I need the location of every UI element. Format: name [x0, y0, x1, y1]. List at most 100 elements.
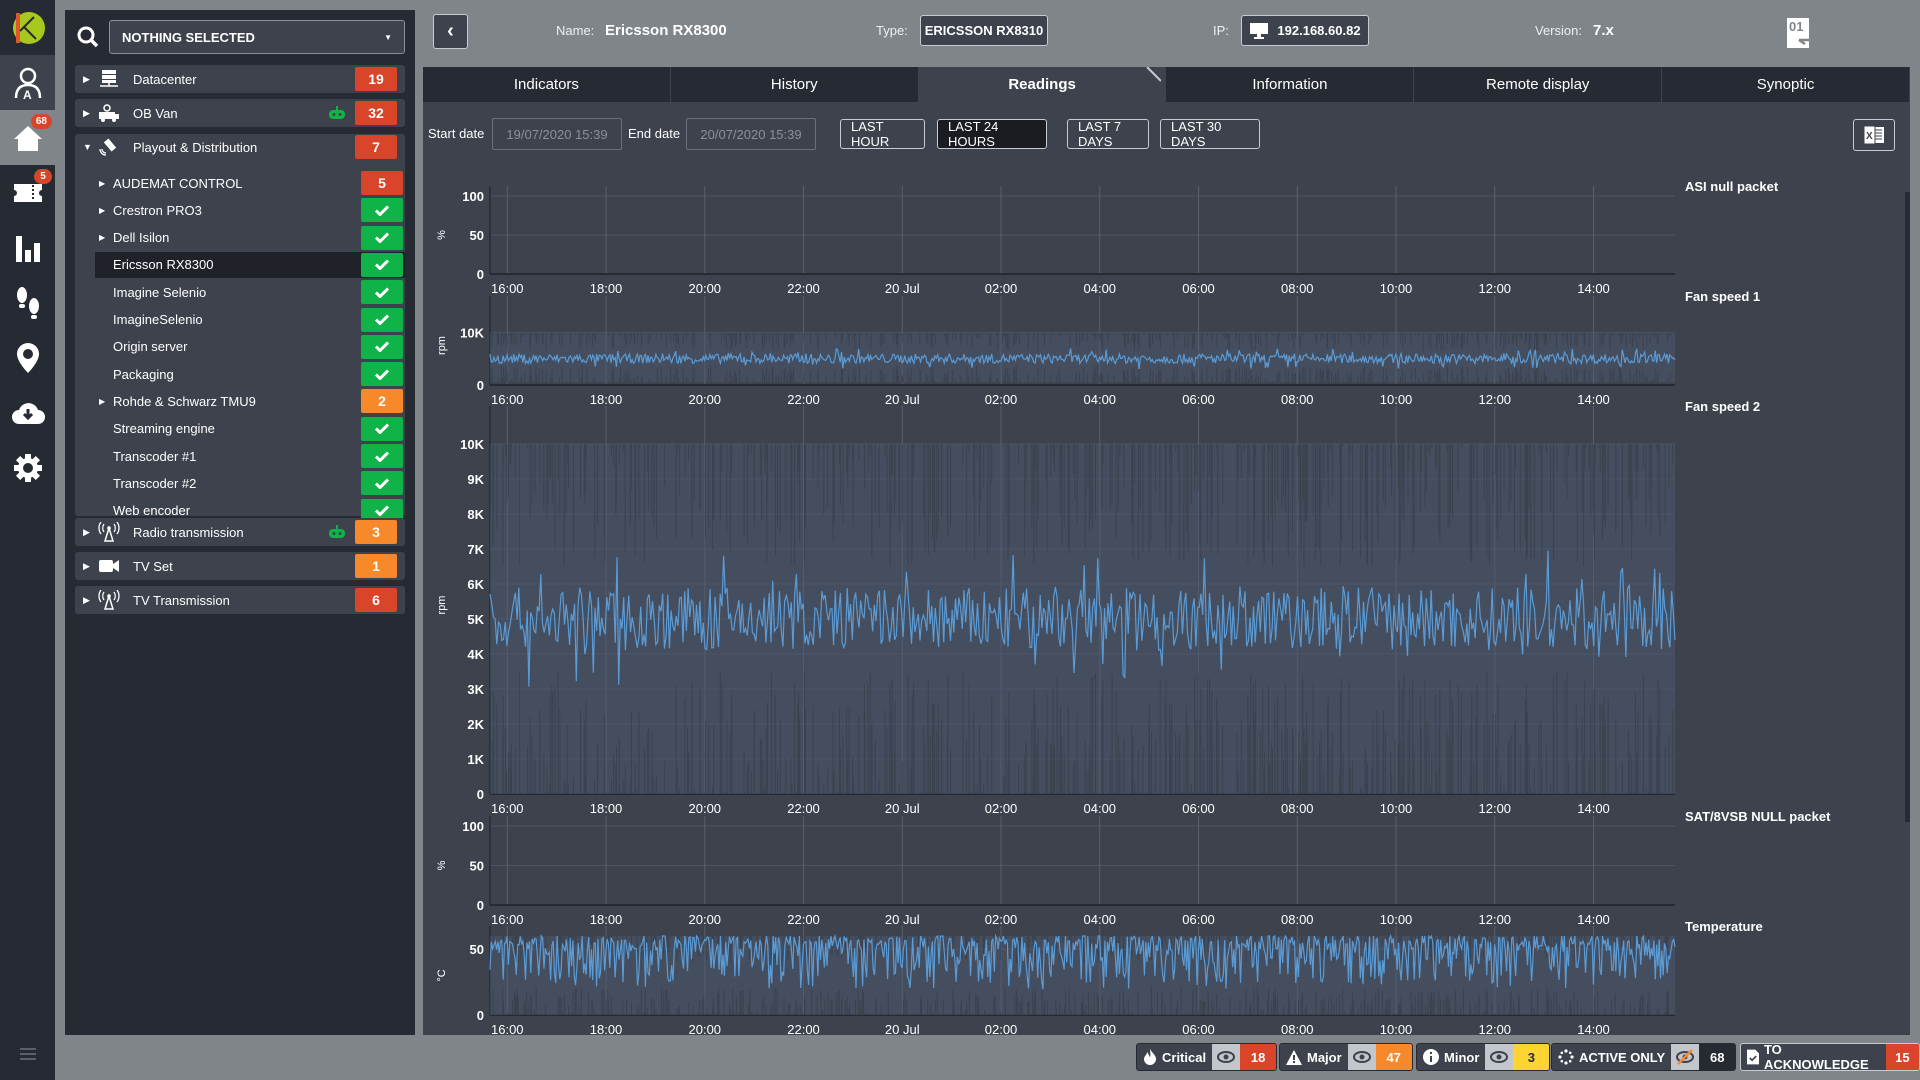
tree-group-playout-distribution[interactable]: ▼ Playout & Distribution 7: [75, 133, 405, 161]
tree-group-tv-transmission[interactable]: ▶ TV Transmission 6: [75, 586, 405, 614]
tab-synoptic[interactable]: Synoptic: [1662, 67, 1910, 102]
active-only-toggle[interactable]: [1671, 1044, 1700, 1070]
minor-count: 3: [1513, 1044, 1550, 1070]
tree-item-imagine-selenio[interactable]: Imagine Selenio: [95, 279, 405, 305]
device-select[interactable]: NOTHING SELECTED ▼: [109, 20, 405, 54]
ok-status-badge[interactable]: [361, 416, 403, 441]
caret-right-icon[interactable]: ▶: [83, 595, 93, 606]
caret-right-icon[interactable]: ▶: [99, 397, 109, 406]
critical-visibility-toggle[interactable]: [1212, 1044, 1241, 1070]
ok-status-badge[interactable]: [361, 280, 403, 305]
filter-major[interactable]: Major 47: [1279, 1043, 1413, 1071]
x-tick-label: 12:00: [1479, 801, 1512, 816]
x-tick-label: 22:00: [787, 912, 820, 927]
caret-right-icon[interactable]: ▶: [99, 206, 109, 215]
x-tick-label: 10:00: [1380, 912, 1413, 927]
tree-item-origin-server[interactable]: Origin server: [95, 334, 405, 360]
tree-item-crestron-pro3[interactable]: ▶ Crestron PRO3: [95, 197, 405, 223]
caret-right-icon[interactable]: ▶: [99, 179, 109, 188]
tree-item-label: Transcoder #2: [113, 475, 197, 491]
tree-item-packaging[interactable]: Packaging: [95, 361, 405, 387]
tab-readings[interactable]: Readings: [918, 67, 1167, 102]
tree-item-label: AUDEMAT CONTROL: [113, 175, 243, 191]
tab-indicators[interactable]: Indicators: [423, 67, 671, 102]
ok-status-badge[interactable]: [361, 307, 403, 332]
tree-item-label: Packaging: [113, 366, 174, 382]
x-tick-label: 06:00: [1182, 912, 1215, 927]
tree-search-row: NOTHING SELECTED ▼: [65, 10, 415, 58]
ok-status-badge[interactable]: [361, 362, 403, 387]
x-tick-label: 18:00: [590, 1022, 623, 1035]
rail-item-settings[interactable]: [0, 440, 55, 495]
antenna-icon: [97, 590, 121, 610]
tree-item-ericsson-rx8300[interactable]: Ericsson RX8300: [95, 251, 405, 278]
major-visibility-toggle[interactable]: [1347, 1044, 1376, 1070]
logo[interactable]: [0, 0, 55, 55]
binary-transfer-icon[interactable]: 01: [1785, 16, 1817, 50]
svg-text:01: 01: [1789, 19, 1803, 34]
minor-visibility-toggle[interactable]: [1485, 1044, 1514, 1070]
alarm-count-badge[interactable]: 5: [361, 171, 403, 195]
x-tick-label: 12:00: [1479, 1022, 1512, 1035]
tree-item-label: ImagineSelenio: [113, 312, 203, 327]
caret-right-icon[interactable]: ▶: [99, 233, 109, 242]
rail-item-admin[interactable]: A: [0, 55, 55, 110]
ip-button[interactable]: 192.168.60.82: [1241, 15, 1369, 46]
rail-item-download[interactable]: [0, 385, 55, 440]
alarm-count-badge[interactable]: 32: [355, 101, 397, 125]
alarm-count-badge[interactable]: 1: [355, 554, 397, 578]
x-tick-label: 18:00: [590, 392, 623, 407]
tree-item-audemat-control[interactable]: ▶ AUDEMAT CONTROL 5: [95, 170, 405, 196]
tree-group-tv-set[interactable]: ▶ TV Set 1: [75, 552, 405, 580]
ok-status-badge[interactable]: [361, 471, 403, 496]
tree-group-ob-van[interactable]: ▶ OB Van 32: [75, 99, 405, 127]
x-tick-label: 04:00: [1084, 912, 1117, 927]
gear-icon: [13, 453, 42, 482]
filter-minor[interactable]: Minor 3: [1416, 1043, 1551, 1071]
tree-item-transcoder-1[interactable]: Transcoder #1: [95, 443, 405, 469]
rail-item-map[interactable]: [0, 330, 55, 385]
rail-item-tracking[interactable]: [0, 275, 55, 330]
back-button[interactable]: ‹: [433, 14, 468, 49]
ok-status-badge[interactable]: [361, 334, 403, 359]
filter-critical[interactable]: Critical 18: [1136, 1043, 1278, 1071]
rail-item-tickets[interactable]: 5: [0, 165, 55, 220]
alarm-count-badge[interactable]: 19: [355, 67, 397, 91]
tree-item-transcoder-2[interactable]: Transcoder #2: [95, 470, 405, 496]
caret-right-icon[interactable]: ▶: [83, 108, 93, 119]
rail-item-reports[interactable]: [0, 220, 55, 275]
caret-right-icon[interactable]: ▶: [83, 74, 93, 85]
x-tick-label: 22:00: [787, 1022, 820, 1035]
x-tick-label: 02:00: [985, 392, 1018, 407]
chart-title: Fan speed 1: [1685, 289, 1760, 304]
tree-item-streaming-engine[interactable]: Streaming engine: [95, 416, 405, 442]
rail-menu-toggle[interactable]: [0, 1028, 55, 1080]
alarm-count-badge[interactable]: 6: [355, 588, 397, 612]
ok-status-badge[interactable]: [361, 252, 403, 277]
alarm-count-badge[interactable]: 2: [361, 389, 403, 414]
logo-icon: [12, 11, 45, 44]
tree-item-imagineselenio[interactable]: ImagineSelenio: [95, 307, 405, 333]
tree-group-radio-transmission[interactable]: ▶ Radio transmission 3: [75, 518, 405, 546]
tab-history[interactable]: History: [671, 67, 919, 102]
ok-status-badge[interactable]: [361, 444, 403, 468]
charts-scrollbar[interactable]: [1905, 192, 1910, 822]
tree-item-dell-isilon[interactable]: ▶ Dell Isilon: [95, 225, 405, 251]
caret-right-icon[interactable]: ▶: [83, 527, 93, 538]
tree-item-rohde-schwarz-tmu9[interactable]: ▶ Rohde & Schwarz TMU9 2: [95, 388, 405, 414]
alarm-count-badge[interactable]: 7: [355, 135, 397, 159]
search-icon[interactable]: [77, 26, 99, 48]
ok-status-badge[interactable]: [361, 198, 403, 223]
y-tick-label: 50: [470, 859, 484, 874]
caret-right-icon[interactable]: ▶: [83, 561, 93, 572]
ok-status-badge[interactable]: [361, 225, 403, 250]
tree-group-datacenter[interactable]: ▶ Datacenter 19: [75, 65, 405, 93]
tab-information[interactable]: Information: [1166, 67, 1415, 102]
alarm-count-badge[interactable]: 3: [355, 520, 397, 544]
caret-down-icon[interactable]: ▼: [83, 142, 93, 152]
to-acknowledge-button[interactable]: TO ACKNOWLEDGE 15: [1740, 1043, 1920, 1071]
tab-remote-display[interactable]: Remote display: [1414, 67, 1663, 102]
rail-item-home[interactable]: 68: [0, 110, 55, 165]
filter-active-only[interactable]: ACTIVE ONLY 68: [1551, 1043, 1737, 1071]
chevron-down-icon: ▼: [384, 33, 392, 42]
